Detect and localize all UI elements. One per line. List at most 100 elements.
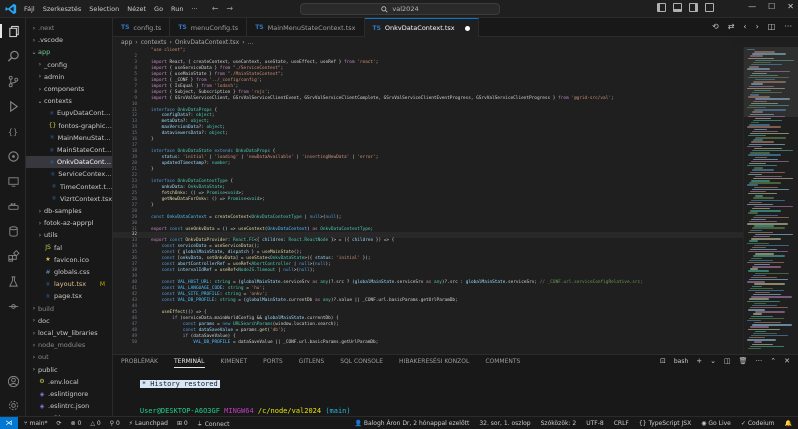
breadcrumb-item[interactable]: app [121,39,132,46]
editor-tab[interactable]: TS MainMenuStateContext.tsx [247,18,365,37]
gitlens-icon[interactable] [6,149,20,163]
extension-count[interactable]: ⊞ 0 [177,420,188,427]
sync-icon[interactable]: ⟳ [57,420,62,427]
more-actions-icon[interactable]: ··· [784,22,792,31]
errors-indicator[interactable]: ⊗ 0 [71,420,82,427]
minimize-icon[interactable]: — [748,2,756,11]
menu-item[interactable]: Run [171,5,183,13]
folder-item[interactable]: › utils [26,229,112,241]
braces-icon[interactable]: {} [6,124,20,138]
menu-item[interactable]: Fájl [24,5,35,13]
file-item[interactable]: ⚙ .env.local [26,376,112,388]
folder-item[interactable]: ⌄ app [26,46,112,58]
compare-icon[interactable]: ⇄ [728,22,735,31]
close-icon[interactable]: ✕ [787,2,794,11]
file-item[interactable]: ⚛MainStateContext.t... [26,144,112,156]
end-of-line[interactable]: CRLF [614,420,629,427]
menu-item[interactable]: Go [154,5,163,13]
next-change-icon[interactable]: › [756,22,759,31]
maximize-panel-icon[interactable]: ⌃ [770,357,776,365]
unsaved-dot-icon[interactable] [464,25,470,31]
editor-tab[interactable]: TS config.ts [113,18,171,37]
editor-tab[interactable]: TS OnkvDataContext.tsx [364,18,479,37]
file-item[interactable]: ⚛ page.tsx [26,290,112,302]
history-icon[interactable]: ⟲ [712,22,719,31]
breadcrumb-item[interactable]: ... [248,39,254,46]
menu-item[interactable]: ··· [192,5,198,13]
panel-tab[interactable]: KIMENET [221,358,248,368]
source-control-icon[interactable] [6,74,20,88]
breadcrumb-item[interactable]: OnkvDataContext.tsx [175,39,239,46]
folder-item[interactable]: › local_vtw_libraries [26,327,112,339]
search-sidebar-icon[interactable] [6,49,20,63]
settings-gear-icon[interactable] [6,398,20,412]
toggle-panel-icon[interactable] [673,3,682,12]
file-item[interactable]: ◈ .eslintrc.json [26,400,112,412]
account-icon[interactable] [6,374,20,388]
testing-icon[interactable] [6,274,20,288]
menu-item[interactable]: Szerkesztés [43,5,81,13]
back-arrow-icon[interactable]: ← [212,4,219,13]
folder-item[interactable]: › out [26,351,112,363]
folder-item[interactable]: › components [26,83,112,95]
code-editor[interactable]: "use client"; 2 3 import React, { createCon… [113,47,743,354]
customize-layout-icon[interactable] [705,3,714,12]
minimap-slider[interactable] [744,47,798,117]
close-panel-icon[interactable]: ✕ [784,357,790,365]
encoding[interactable]: UTF-8 [586,420,604,427]
branch-indicator[interactable]: ⑂ main* [24,420,48,427]
command-center-search[interactable]: val2024 [300,3,500,15]
menu-item[interactable]: Nézet [127,5,146,13]
indentation[interactable]: Szóközök: 2 [541,420,577,427]
split-terminal-icon[interactable]: ◫ [724,357,731,365]
run-debug-icon[interactable] [6,99,20,113]
ports-indicator[interactable]: ⚲ 0 [110,420,120,427]
file-item[interactable]: JS fal [26,242,112,254]
panel-tab[interactable]: PROBLÉMÁK [121,358,158,368]
language-mode[interactable]: {} TypeScript JSX [639,420,691,427]
timeline-icon[interactable] [6,299,20,313]
more-actions-icon[interactable]: ··· [756,357,763,365]
go-live-item[interactable]: ◉ Go Live [701,420,731,427]
codeium-item[interactable]: ✓ Codeium [741,420,775,427]
minimap[interactable] [743,47,798,354]
dropdown-chevron-icon[interactable]: ⌄ [710,357,716,365]
docker-icon[interactable] [6,199,20,213]
folder-item[interactable]: › public [26,364,112,376]
file-item[interactable]: ⚛ layout.tsx M [26,278,112,290]
panel-tab[interactable]: COMMENTS [485,358,520,368]
connect-item[interactable]: ⏚ Connect [197,419,230,428]
file-item[interactable]: {}fontos-graphic-dis... [26,120,112,132]
forward-arrow-icon[interactable]: → [226,4,233,13]
file-item[interactable]: ⚛ TimeContext.tsx [26,181,112,193]
folder-item[interactable]: › fotok-az-apprpl [26,217,112,229]
panel-tab[interactable]: GITLENS [299,358,325,368]
extensions-icon[interactable] [6,249,20,263]
remote-explorer-icon[interactable] [6,174,20,188]
panel-tab[interactable]: HIBAKERESÉSI KONZOL [399,358,469,368]
warnings-indicator[interactable]: △ 0 [90,420,100,427]
folder-item[interactable]: › _config [26,59,112,71]
explorer-icon[interactable] [0,24,26,38]
launchpad-item[interactable]: ⚡ Launchpad [129,420,168,427]
file-item[interactable]: ⚛OnkvDataContext.t... [26,156,112,169]
file-item[interactable]: # globals.css [26,266,112,278]
file-item[interactable]: ★ favicon.ico [26,254,112,266]
panel-tab[interactable]: PORTS [263,358,283,368]
previous-change-icon[interactable]: ‹ [743,22,746,31]
folder-item[interactable]: › .next [26,22,112,34]
notifications-bell-icon[interactable]: 🔔 [785,420,792,427]
split-editor-icon[interactable]: ◫ [768,22,776,31]
folder-item[interactable]: › node_modules [26,339,112,351]
shell-label[interactable]: bash [674,358,688,365]
add-terminal-icon[interactable]: + [696,357,702,365]
folder-item[interactable]: › db-samples [26,205,112,217]
maximize-icon[interactable]: ☐ [768,2,775,11]
database-icon[interactable] [6,224,20,238]
file-item[interactable]: ⚛ VizrtContext.tsx [26,193,112,205]
trash-icon[interactable]: 🗑 [739,357,748,365]
folder-item[interactable]: › admin [26,71,112,83]
editor-tab[interactable]: TS menuConfig.ts [170,18,248,37]
panel-tab[interactable]: SQL CONSOLE [340,358,383,368]
remote-indicator-icon[interactable]: ⋊ [0,416,18,429]
